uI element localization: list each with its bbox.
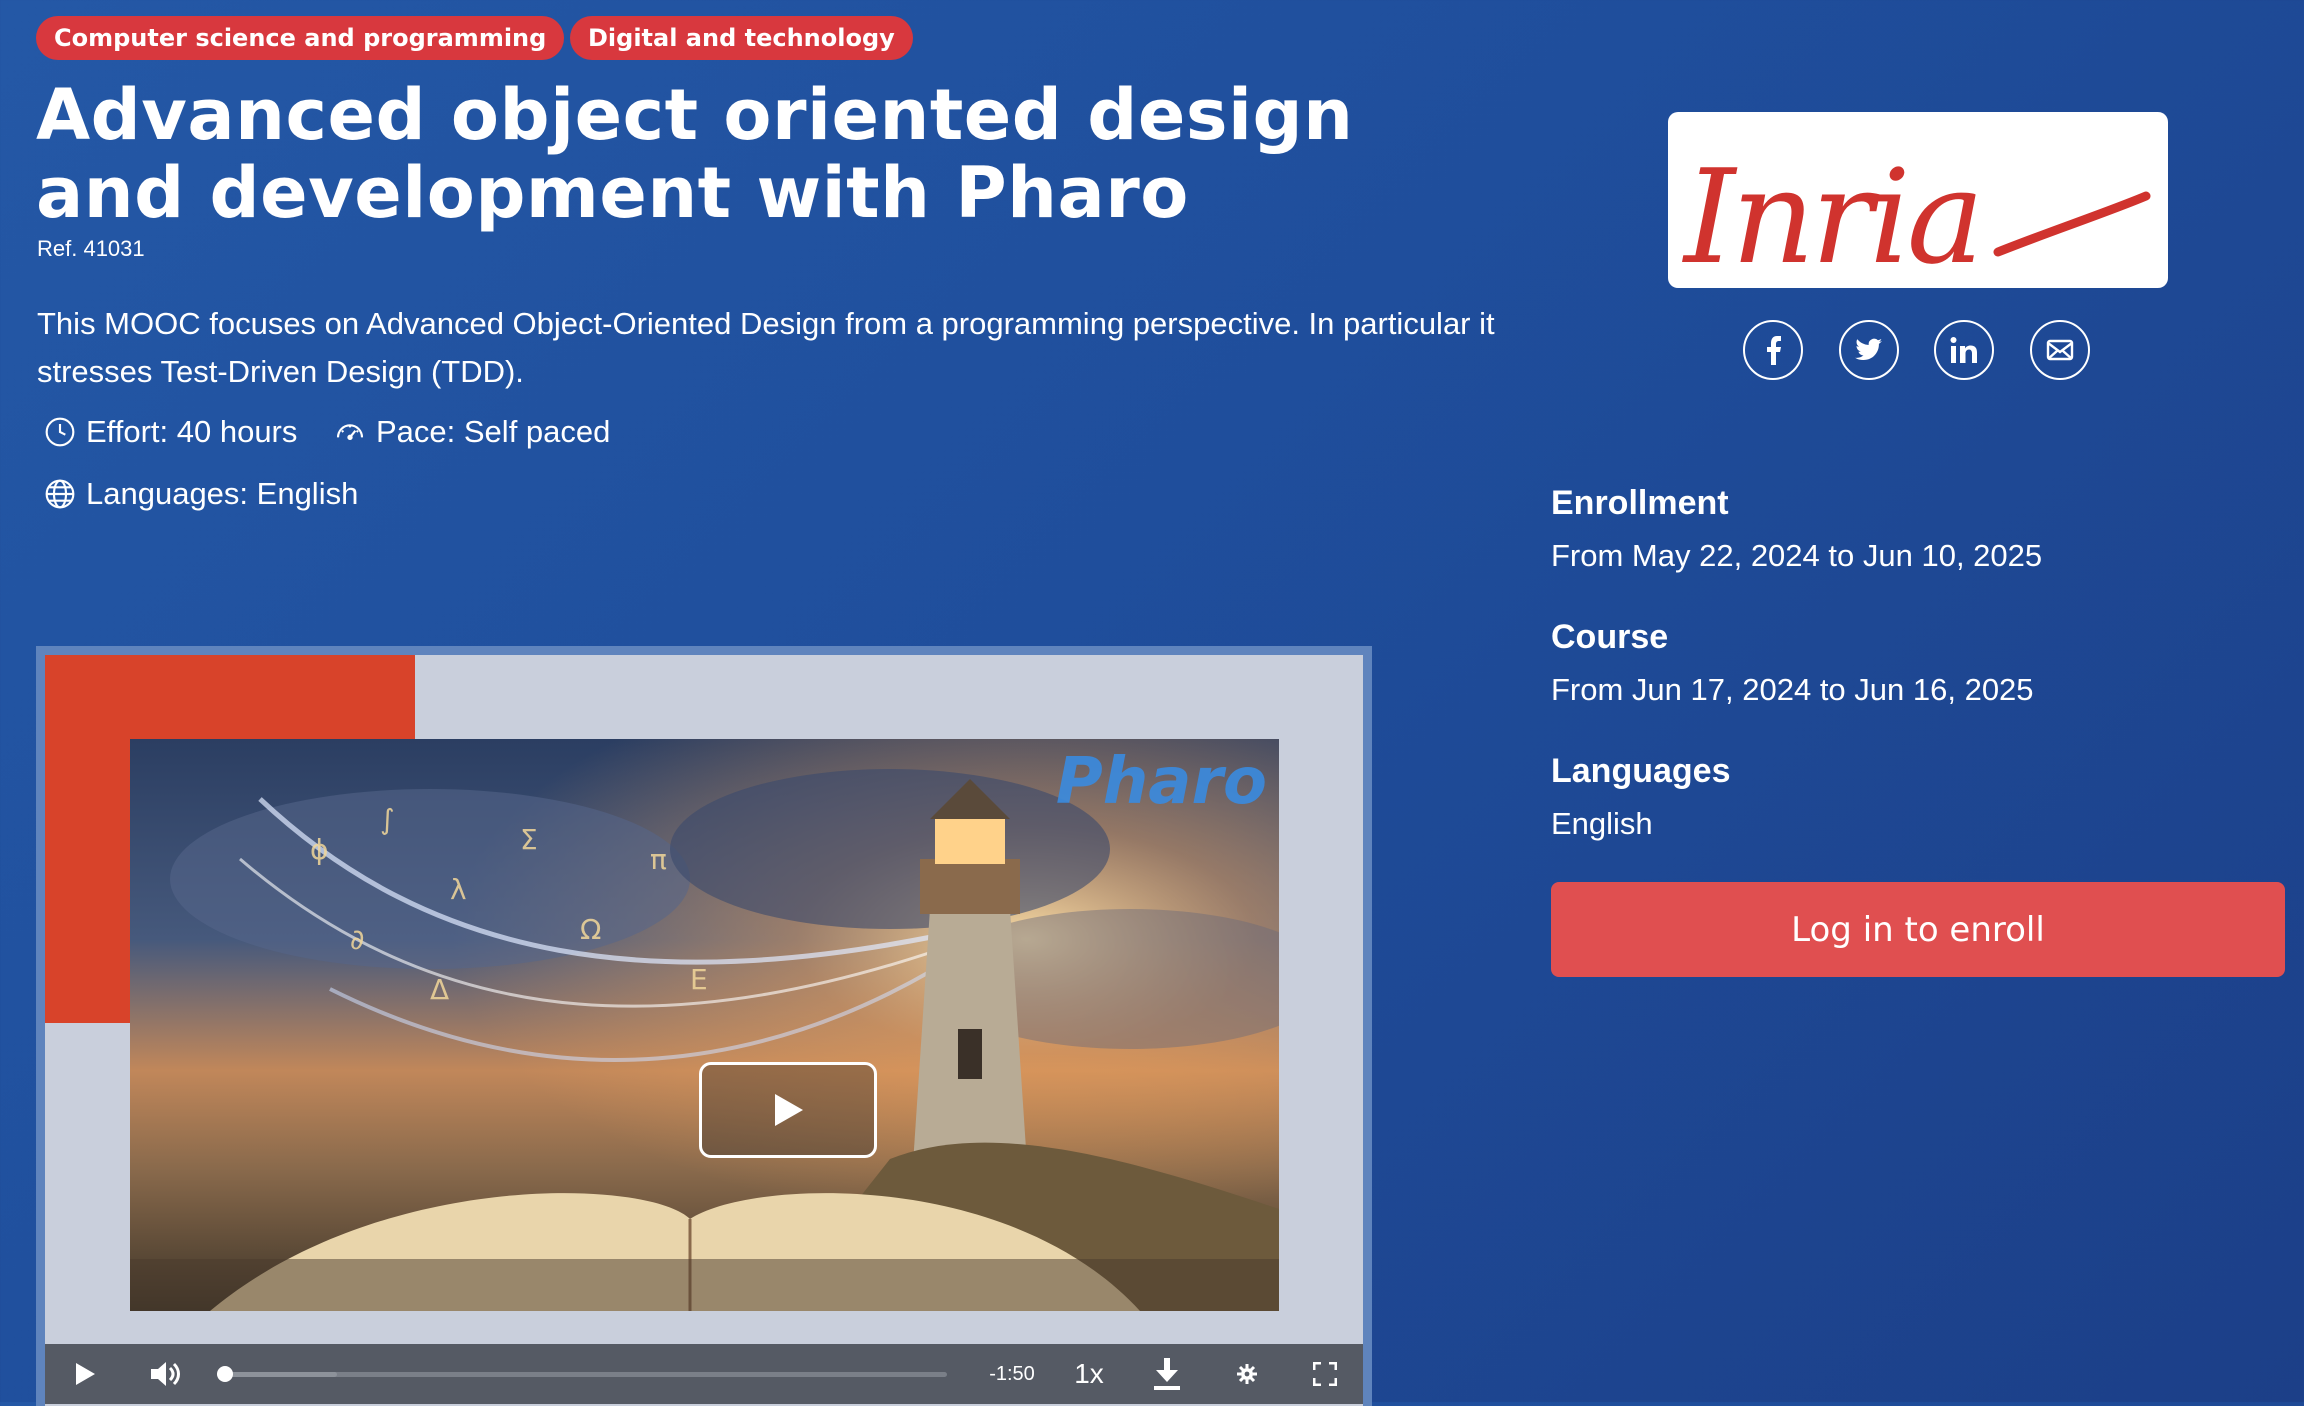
speed-button[interactable]: 1x <box>1059 1344 1119 1404</box>
progress-handle[interactable] <box>217 1365 233 1382</box>
globe-icon <box>45 479 75 509</box>
pace-info: Pace: Self paced <box>334 414 610 450</box>
organization-logo[interactable]: Inria <box>1668 112 2168 293</box>
video-controls: -1:50 1x <box>45 1344 1363 1404</box>
volume-button[interactable] <box>143 1344 187 1404</box>
course-ref: Ref. 41031 <box>37 236 145 261</box>
svg-text:λ: λ <box>450 873 467 906</box>
svg-text:π: π <box>650 843 667 876</box>
svg-text:∫: ∫ <box>380 803 395 836</box>
pace-text: Pace: Self paced <box>376 414 611 449</box>
svg-text:ϕ: ϕ <box>310 833 328 866</box>
svg-text:E: E <box>690 963 708 996</box>
download-button[interactable] <box>1145 1344 1189 1404</box>
share-linkedin-button[interactable] <box>1934 320 1994 380</box>
course-description: This MOOC focuses on Advanced Object-Ori… <box>37 306 1495 389</box>
time-remaining: -1:50 <box>989 1362 1035 1385</box>
share-email-button[interactable] <box>2030 320 2090 380</box>
tag-digital-technology[interactable]: Digital and technology <box>570 16 913 60</box>
svg-text:Δ: Δ <box>430 973 449 1006</box>
clock-icon <box>45 417 75 447</box>
effort-info: Effort: 40 hours <box>44 414 297 450</box>
buffered-bar <box>217 1371 337 1377</box>
play-icon <box>775 1094 803 1126</box>
video-player: ϕ ∫ λ Σ Ω ∂ π E Δ Pharo -1:50 1x <box>36 646 1372 1406</box>
tag-computer-science[interactable]: Computer science and programming <box>36 16 565 60</box>
play-button[interactable] <box>65 1344 105 1404</box>
inria-logo: Inria <box>1682 141 2151 293</box>
share-facebook-button[interactable] <box>1743 320 1803 380</box>
play-overlay-button[interactable] <box>699 1062 877 1158</box>
fullscreen-icon <box>1313 1362 1337 1386</box>
mail-icon <box>2046 339 2074 361</box>
gear-icon <box>1237 1364 1257 1384</box>
languages-text: Languages: English <box>86 476 359 511</box>
enrollment-dates: From May 22, 2024 to Jun 10, 2025 <box>1551 538 2043 573</box>
fullscreen-button[interactable] <box>1303 1344 1347 1404</box>
video-thumbnail[interactable]: ϕ ∫ λ Σ Ω ∂ π E Δ Pharo <box>130 739 1279 1311</box>
languages-info: Languages: English <box>44 476 358 512</box>
languages-value: English <box>1551 806 1653 841</box>
video-area: ϕ ∫ λ Σ Ω ∂ π E Δ Pharo -1:50 1x <box>45 655 1363 1406</box>
settings-button[interactable] <box>1227 1344 1267 1404</box>
svg-text:Ω: Ω <box>580 913 601 946</box>
effort-text: Effort: 40 hours <box>86 414 298 449</box>
download-icon <box>1154 1358 1180 1390</box>
thumbnail-illustration: ϕ ∫ λ Σ Ω ∂ π E Δ <box>130 739 1279 1311</box>
course-label: Course <box>1551 618 1669 656</box>
progress-bar[interactable] <box>217 1344 947 1404</box>
login-to-enroll-button[interactable]: Log in to enroll <box>1551 882 2285 977</box>
languages-label: Languages <box>1551 752 1731 790</box>
pharo-watermark: Pharo <box>1055 745 1267 819</box>
share-twitter-button[interactable] <box>1839 320 1899 380</box>
enrollment-label: Enrollment <box>1551 484 1729 522</box>
volume-icon <box>151 1362 180 1386</box>
play-icon <box>76 1363 95 1385</box>
svg-text:Inria: Inria <box>1682 141 1980 288</box>
twitter-icon <box>1855 338 1882 361</box>
svg-text:∂: ∂ <box>350 923 364 956</box>
facebook-icon <box>1767 336 1781 365</box>
speedometer-icon <box>336 424 364 441</box>
svg-text:Σ: Σ <box>520 823 538 856</box>
course-dates: From Jun 17, 2024 to Jun 16, 2025 <box>1551 672 2034 707</box>
linkedin-icon <box>1950 337 1977 363</box>
course-title: Advanced object oriented design and deve… <box>36 74 1354 234</box>
